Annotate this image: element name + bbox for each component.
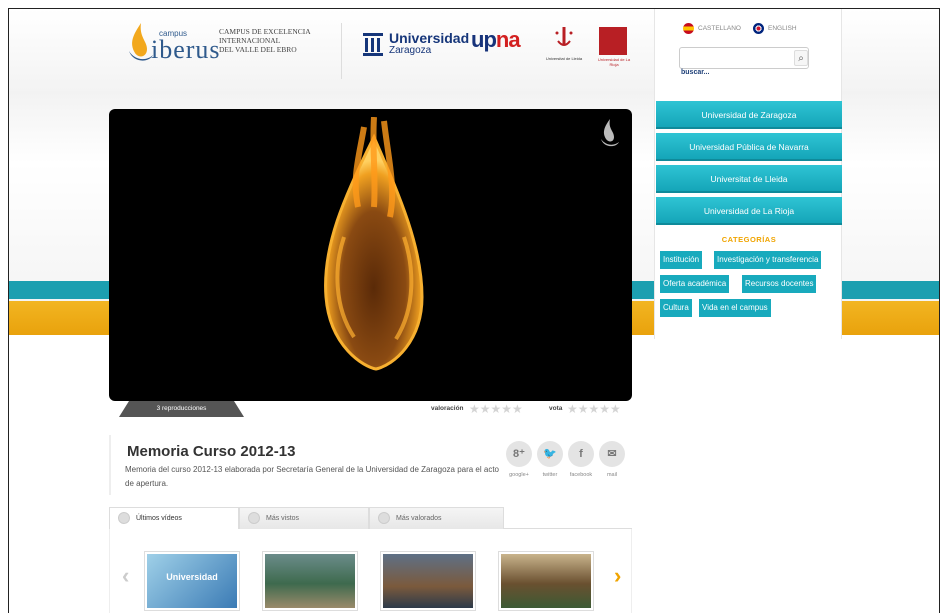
video-thumbnail[interactable]: [262, 551, 358, 611]
upna-main: up: [471, 27, 497, 52]
uk-flag-icon: [753, 23, 764, 34]
google-plus-icon[interactable]: 8⁺: [506, 441, 532, 467]
google-plus-label: google+: [509, 472, 529, 478]
university-link-lleida[interactable]: Universitat de Lleida: [656, 165, 842, 193]
lang-english[interactable]: English: [753, 23, 797, 34]
mail-icon[interactable]: ✉: [599, 441, 625, 467]
university-link-navarra[interactable]: Universidad Pública de Navarra: [656, 133, 842, 161]
vote-label: vota: [549, 405, 563, 412]
page-frame: campus iberus Campus de Excelencia Inter…: [8, 8, 940, 613]
vote-stars[interactable]: ★★★★★: [567, 402, 621, 416]
tab-label: Más vistos: [266, 515, 300, 522]
facebook-icon[interactable]: f: [568, 441, 594, 467]
play-count: 3 reproducciones: [119, 401, 244, 417]
category-cultura[interactable]: Cultura: [660, 299, 692, 317]
video-thumbnail[interactable]: [380, 551, 476, 611]
thumb-image: [265, 554, 355, 608]
carousel-next-button[interactable]: ›: [614, 565, 621, 587]
twitter-label: twitter: [542, 472, 558, 478]
category-vida[interactable]: Vida en el campus: [699, 299, 771, 317]
campus-line: del Valle del Ebro: [219, 45, 297, 54]
video-carousel: ‹ Universidad ›: [109, 529, 632, 613]
video-thumbnail[interactable]: Universidad: [144, 551, 240, 611]
tab-label: Más valorados: [396, 515, 442, 522]
upna-logo[interactable]: upna: [471, 27, 521, 53]
twitter-icon[interactable]: 🐦: [537, 441, 563, 467]
rating-stars: ★★★★★: [469, 402, 523, 416]
category-oferta[interactable]: Oferta académica: [660, 275, 730, 293]
iberus-watermark-icon: [601, 119, 619, 147]
brand-name: iberus: [151, 35, 221, 64]
lleida-logo[interactable]: Universitat de Lleida: [539, 25, 589, 61]
thumb-image: [501, 554, 591, 608]
categories-heading: CATEGORÍAS: [721, 235, 777, 244]
video-tabs: Últimos vídeos Más vistos Más valorados: [109, 507, 632, 529]
tab-mas-vistos[interactable]: Más vistos: [239, 507, 369, 529]
info-divider: [109, 435, 111, 495]
tab-ultimos-videos[interactable]: Últimos vídeos: [109, 507, 239, 529]
star-icon: [378, 512, 390, 525]
rating-label: valoración: [431, 405, 464, 412]
zaragoza-logo-title[interactable]: Universidad: [389, 31, 469, 45]
video-player[interactable]: [109, 109, 632, 401]
university-link-rioja[interactable]: Universidad de La Rioja: [656, 197, 842, 225]
thumb-image: [383, 554, 473, 608]
video-title: Memoria Curso 2012-13: [127, 443, 296, 460]
search-button[interactable]: ⌕: [794, 50, 808, 66]
flame-video-frame: [324, 117, 424, 371]
thumb-image: Universidad: [147, 554, 237, 608]
facebook-label: facebook: [569, 472, 593, 478]
mail-label: mail: [606, 472, 618, 478]
zaragoza-crest-icon[interactable]: [361, 31, 385, 61]
category-institucion[interactable]: Institución: [660, 251, 703, 269]
lleida-emblem-icon: [555, 27, 573, 46]
video-thumbnail[interactable]: [498, 551, 594, 611]
header-divider: [341, 23, 342, 79]
search-label[interactable]: buscar...: [681, 69, 709, 76]
category-investigacion[interactable]: Investigación y transferencia: [714, 251, 822, 269]
rioja-caption: Universidad de La Rioja: [597, 57, 631, 67]
campus-description: Campus de Excelencia Internacional del V…: [219, 27, 329, 54]
lleida-caption: Universitat de Lleida: [545, 56, 583, 61]
clock-icon: [118, 512, 130, 525]
right-sidebar: Castellano English ⌕ buscar... Universid…: [654, 9, 842, 339]
category-recursos[interactable]: Recursos docentes: [742, 275, 817, 293]
video-description: Memoria del curso 2012-13 elaborada por …: [125, 465, 499, 488]
video-stats-bar: 3 reproducciones valoración ★★★★★ vota ★…: [109, 401, 632, 417]
tab-mas-valorados[interactable]: Más valorados: [369, 507, 504, 529]
upna-accent: na: [495, 27, 521, 52]
search-input[interactable]: [679, 47, 809, 69]
spain-flag-icon: [683, 23, 694, 34]
search-icon: ⌕: [798, 53, 804, 64]
carousel-prev-button[interactable]: ‹: [122, 565, 129, 587]
zaragoza-logo-sub: Zaragoza: [389, 45, 432, 56]
campus-line: Internacional: [219, 36, 281, 45]
lang-castellano[interactable]: Castellano: [683, 23, 741, 34]
campus-line: Campus de Excelencia: [219, 27, 311, 36]
lang-castellano-label: Castellano: [698, 25, 741, 32]
university-link-zaragoza[interactable]: Universidad de Zaragoza: [656, 101, 842, 129]
lang-english-label: English: [768, 25, 797, 32]
rioja-logo[interactable]: [599, 27, 627, 55]
eye-icon: [248, 512, 260, 525]
tab-label: Últimos vídeos: [136, 515, 182, 522]
